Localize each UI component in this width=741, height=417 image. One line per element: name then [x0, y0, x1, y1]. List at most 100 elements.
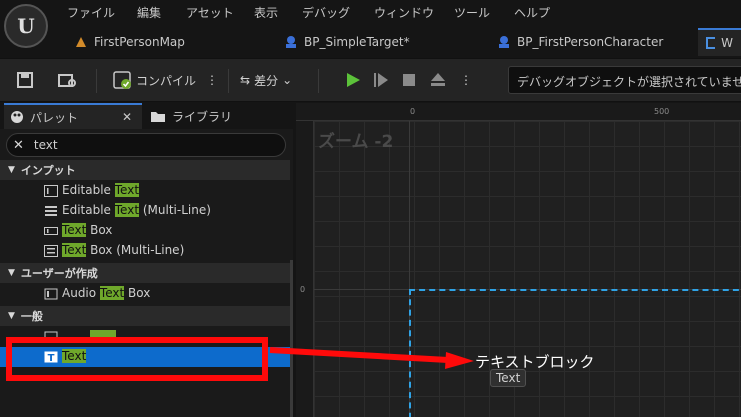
- zoom-level-label: ズーム -2: [318, 132, 394, 152]
- compile-status-icon: [113, 71, 131, 89]
- annotation-highlight-box: [6, 337, 268, 381]
- text-box-icon: [44, 227, 58, 235]
- item-label-match: Text: [114, 203, 140, 217]
- annotation-label: テキストブロック: [475, 353, 595, 371]
- palette-item-partially-hidden[interactable]: [0, 327, 290, 337]
- menu-asset[interactable]: アセット: [186, 4, 234, 21]
- tab-palette-label: パレット: [30, 110, 79, 125]
- more-options-icon[interactable]: ⋮: [206, 73, 218, 87]
- menu-bar: U ファイル 編集 アセット 表示 デバッグ ウィンドウ ツール ヘルプ: [0, 0, 741, 48]
- ruler-top: 0 500: [296, 103, 741, 121]
- category-common[interactable]: ▼ 一般: [0, 306, 290, 326]
- more-options-icon: ⋮: [460, 73, 472, 87]
- palette-item-text-box[interactable]: Text Box: [0, 221, 290, 241]
- item-label-pre: Editable: [62, 203, 115, 217]
- step-button[interactable]: [372, 67, 390, 93]
- ruler-tick-label: 0: [410, 107, 416, 116]
- compile-label: コンパイル: [136, 73, 197, 88]
- palette-item-audio-text-box[interactable]: Audio Text Box: [0, 284, 290, 304]
- play-icon: [347, 73, 360, 87]
- collapse-arrow-icon: ▼: [8, 311, 15, 321]
- tab-palette[interactable]: パレット ✕: [4, 103, 142, 129]
- eject-button[interactable]: [428, 67, 448, 93]
- item-label-post: (Multi-Line): [139, 203, 211, 217]
- widget-icon: [706, 37, 716, 49]
- clear-search-icon[interactable]: ✕: [13, 138, 24, 153]
- item-label-match: Text: [114, 183, 140, 197]
- menu-file[interactable]: ファイル: [67, 4, 115, 21]
- tab-first-person-map[interactable]: FirstPersonMap: [74, 28, 185, 56]
- play-options-button[interactable]: ⋮: [460, 67, 472, 93]
- menu-edit[interactable]: 編集: [137, 4, 161, 21]
- palette-search[interactable]: ✕ text: [6, 133, 286, 157]
- item-label-pre: Audio: [62, 286, 100, 300]
- tab-label: FirstPersonMap: [94, 35, 185, 49]
- palette-icon: [11, 111, 23, 123]
- annotation-arrow: [269, 347, 474, 369]
- palette-scrollbar[interactable]: [290, 260, 293, 417]
- save-icon: [17, 72, 33, 88]
- toolbar-divider: [228, 69, 229, 93]
- search-input[interactable]: text: [34, 138, 58, 152]
- eject-icon: [431, 73, 445, 86]
- unreal-logo-icon[interactable]: U: [4, 4, 48, 48]
- tab-widget-blueprint[interactable]: W: [698, 28, 741, 56]
- document-tab-bar: FirstPersonMap BP_SimpleTarget* BP_First…: [54, 28, 741, 56]
- toolbar: コンパイル ⋮ ⇆ 差分 ⌄ ⋮ デバッグオブジェクトが選択されていませ: [0, 58, 741, 102]
- category-label: ユーザーが作成: [20, 267, 98, 280]
- tab-label: BP_FirstPersonCharacter: [517, 35, 664, 49]
- palette-item-editable-text[interactable]: Editable Text: [0, 181, 290, 201]
- close-icon[interactable]: ✕: [122, 110, 132, 124]
- folder-search-icon: [58, 74, 76, 87]
- compile-button[interactable]: コンパイル ⋮: [112, 67, 218, 93]
- stop-icon: [403, 74, 415, 86]
- category-label: インプット: [20, 164, 76, 177]
- item-label-match: Text: [99, 286, 125, 300]
- user-widget-icon: [44, 288, 58, 300]
- item-label-post: Box: [124, 286, 151, 300]
- editable-text-icon: [44, 185, 58, 197]
- browse-button[interactable]: [58, 67, 78, 93]
- menu-view[interactable]: 表示: [254, 4, 278, 21]
- tab-label: BP_SimpleTarget*: [304, 35, 410, 49]
- multiline-text-box-icon: [44, 245, 58, 257]
- tab-library-label: ライブラリ: [172, 109, 233, 124]
- menu-debug[interactable]: デバッグ: [302, 4, 350, 21]
- tab-library[interactable]: ライブラリ: [150, 103, 288, 129]
- step-icon: [374, 73, 388, 87]
- stop-button[interactable]: [400, 67, 418, 93]
- ue-widget-blueprint-editor: U ファイル 編集 アセット 表示 デバッグ ウィンドウ ツール ヘルプ Fir…: [0, 0, 741, 417]
- toolbar-divider: [96, 69, 97, 93]
- folder-icon: [151, 111, 165, 122]
- level-icon: [76, 37, 86, 47]
- toolbar-divider: [318, 69, 319, 93]
- item-label-match: Text: [62, 223, 87, 237]
- item-label-post: Box (Multi-Line): [86, 243, 185, 257]
- menu-tools[interactable]: ツール: [454, 4, 490, 21]
- save-button[interactable]: [16, 67, 34, 93]
- item-label-post: Box: [86, 223, 113, 237]
- palette-item-editable-text-multiline[interactable]: Editable Text (Multi-Line): [0, 201, 290, 221]
- category-input[interactable]: ▼ インプット: [0, 160, 290, 180]
- menu-help[interactable]: ヘルプ: [514, 4, 550, 21]
- palette-item-text-box-multiline[interactable]: Text Box (Multi-Line): [0, 241, 290, 261]
- item-label-pre: Editable: [62, 183, 115, 197]
- category-label: 一般: [20, 310, 43, 323]
- panel-tab-bar: パレット ✕ ライブラリ: [0, 103, 293, 129]
- diff-button[interactable]: ⇆ 差分 ⌄: [240, 67, 292, 93]
- ruler-tick-label: 0: [300, 285, 306, 294]
- tab-bp-simple-target[interactable]: BP_SimpleTarget*: [284, 28, 410, 56]
- chevron-down-icon: ⌄: [282, 73, 293, 87]
- blueprint-icon: [499, 36, 509, 48]
- debug-object-select[interactable]: デバッグオブジェクトが選択されていませ: [508, 66, 741, 94]
- menu-window[interactable]: ウィンドウ: [374, 4, 434, 21]
- blueprint-icon: [286, 36, 296, 48]
- ruler-tick-label: 500: [654, 107, 670, 116]
- item-label-match: Text: [62, 243, 87, 257]
- tab-label: W: [721, 36, 733, 50]
- category-user-created[interactable]: ▼ ユーザーが作成: [0, 263, 290, 283]
- tab-bp-first-person-character[interactable]: BP_FirstPersonCharacter: [497, 28, 663, 56]
- play-button[interactable]: [344, 67, 362, 93]
- collapse-arrow-icon: ▼: [8, 165, 15, 175]
- collapse-arrow-icon: ▼: [8, 268, 15, 278]
